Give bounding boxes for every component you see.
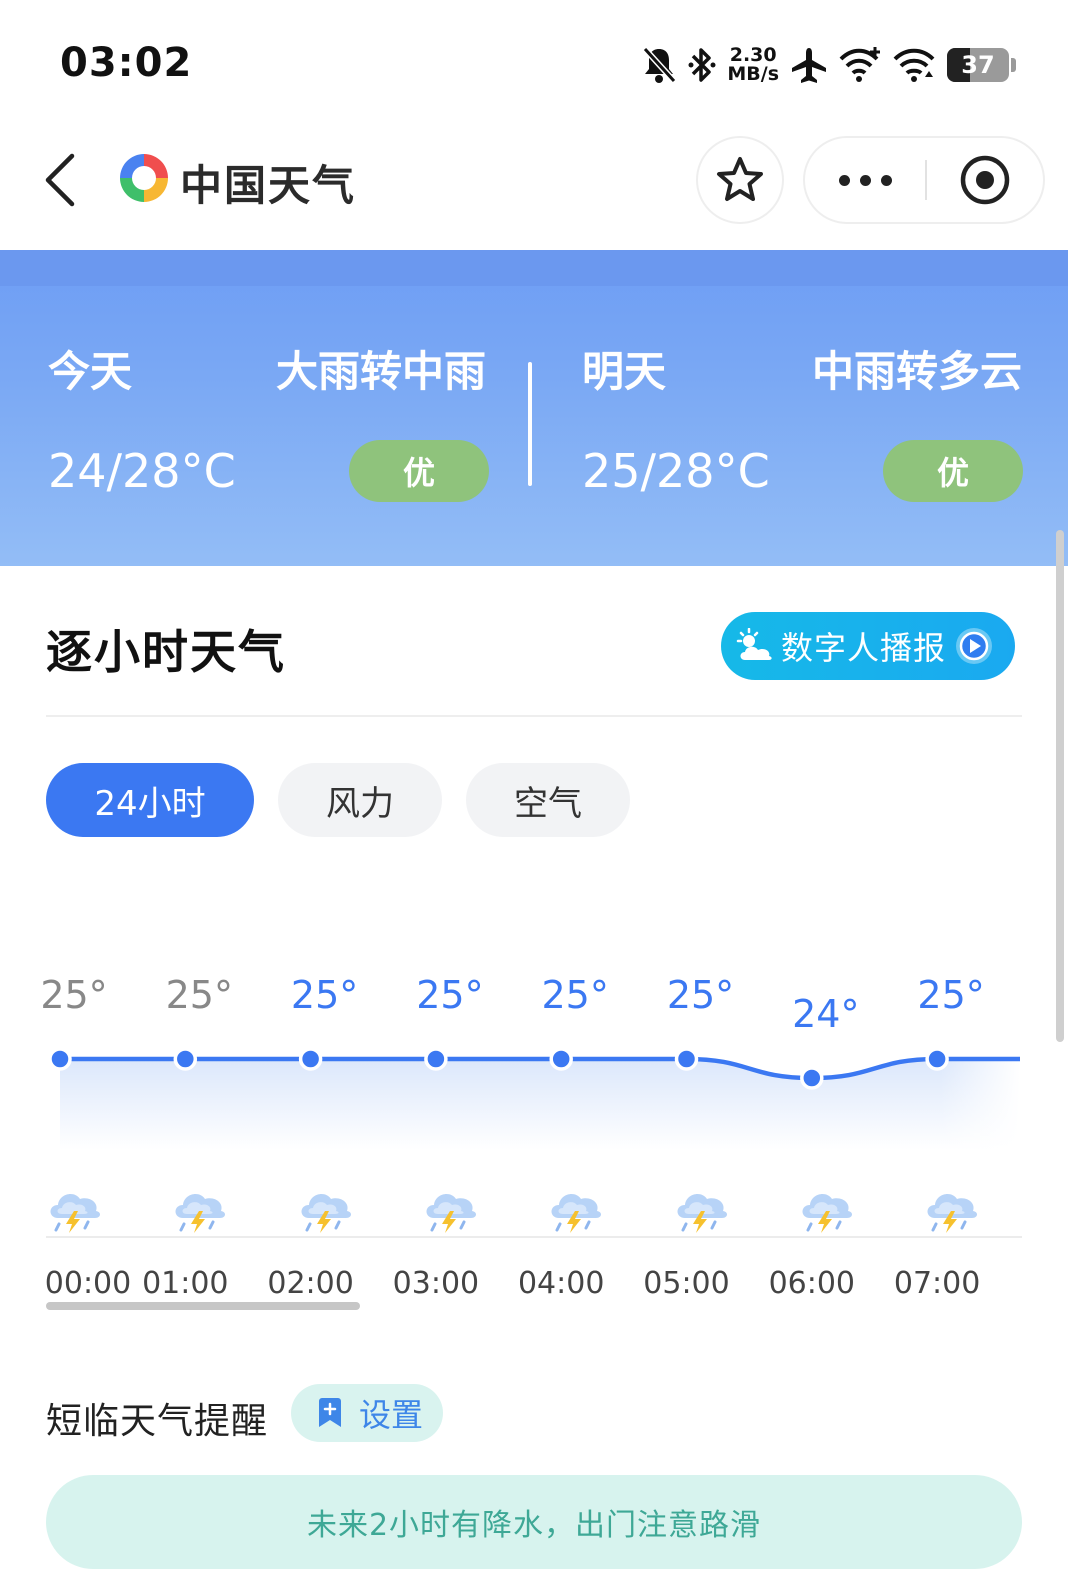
today-label: 今天 [48, 347, 133, 396]
temperature-point [173, 1047, 198, 1071]
hour-time-label: 02:00 [267, 1266, 354, 1301]
hour-temp-label: 24° [792, 992, 860, 1036]
mini-program-capsule [803, 136, 1045, 224]
tomorrow-card[interactable]: 明天 中雨转多云 25/28°C 优 [532, 286, 1068, 566]
battery-cap [1011, 58, 1016, 72]
favorite-button[interactable] [696, 136, 784, 224]
thunder-shower-icon [169, 1178, 229, 1234]
hourly-chart[interactable]: 25° 00:00 25° 01:00 25° 02:00 25° 03:00 25° 04:00… [0, 900, 1080, 1320]
back-icon [45, 153, 75, 207]
thunder-shower-icon [44, 1178, 104, 1234]
back-button[interactable] [32, 146, 88, 214]
nav-bar: 中国天气 [0, 120, 1080, 250]
hour-time-label: 01:00 [142, 1266, 229, 1301]
chart-fade [940, 900, 1020, 1160]
star-icon [717, 157, 763, 201]
hourly-tabs: 24小时 风力 空气 [46, 763, 630, 837]
thunder-shower-icon [545, 1178, 605, 1234]
thunder-shower-icon [295, 1178, 355, 1234]
thunder-shower-icon [671, 1178, 731, 1234]
tomorrow-condition: 中雨转多云 [811, 347, 1022, 396]
net-speed: 2.30 MB/s [727, 46, 779, 84]
nowcast-settings-button[interactable]: 设置 [291, 1384, 443, 1442]
more-button[interactable] [805, 138, 925, 222]
temperature-area [60, 1059, 1020, 1150]
sun-cloud-icon [736, 628, 772, 660]
thunder-shower-icon [796, 1178, 856, 1234]
wifi-icon [893, 48, 935, 82]
play-icon [956, 628, 993, 664]
nowcast-alert[interactable]: 未来2小时有降水，出门注意路滑 [46, 1475, 1022, 1569]
bookmark-plus-icon [319, 1398, 341, 1427]
hour-temp-label: 25° [40, 973, 108, 1017]
more-icon [838, 174, 850, 186]
digital-broadcast-button[interactable]: 数字人播报 [721, 612, 1015, 680]
bell-off-icon [643, 46, 677, 84]
record-icon [960, 155, 1010, 205]
hour-temp-label: 25° [541, 973, 609, 1017]
tomorrow-label: 明天 [582, 347, 667, 396]
today-aqi-badge: 优 [349, 440, 489, 502]
tomorrow-aqi-badge: 优 [883, 440, 1023, 502]
page-scrollbar[interactable] [1056, 530, 1064, 1042]
status-time: 03:02 [60, 40, 193, 86]
today-temp: 24/28°C [48, 444, 236, 498]
thunder-shower-icon [921, 1178, 981, 1234]
hour-temp-label: 25° [666, 973, 735, 1017]
today-card[interactable]: 今天 大雨转中雨 24/28°C 优 [0, 286, 528, 566]
close-program-button[interactable] [927, 138, 1043, 222]
hour-time-label: 00:00 [44, 1266, 132, 1301]
hour-time-label: 06:00 [768, 1266, 856, 1301]
wifi-plus-icon [839, 47, 880, 82]
status-icons: 2.30 MB/s 37 [641, 38, 1016, 92]
temperature-point [549, 1047, 573, 1071]
hourly-title: 逐小时天气 [46, 625, 286, 679]
settings-label: 设置 [359, 1396, 424, 1434]
app-title: 中国天气 [180, 161, 357, 210]
section-divider [46, 715, 1022, 717]
hour-time-label: 07:00 [893, 1266, 981, 1301]
hour-temp-label: 25° [917, 973, 985, 1017]
summary-top-band [0, 250, 1068, 286]
hour-temp-label: 25° [416, 973, 484, 1017]
tab-24-hours[interactable]: 24小时 [46, 763, 254, 837]
airplane-icon [792, 48, 826, 83]
status-bar: 03:02 2.30 MB/s 37 [0, 0, 1080, 120]
today-condition: 大雨转中雨 [275, 347, 486, 396]
temperature-curve [46, 900, 1022, 1238]
logo-icon [120, 154, 168, 202]
hour-time-label: 05:00 [643, 1266, 730, 1301]
nowcast-title: 短临天气提醒 [46, 1401, 269, 1442]
thunder-shower-icon [420, 1178, 480, 1234]
temperature-point [298, 1047, 323, 1071]
tomorrow-temp: 25/28°C [582, 444, 770, 498]
temperature-point [800, 1066, 824, 1090]
hourly-scroll-indicator[interactable] [46, 1302, 360, 1310]
temperature-point [674, 1047, 699, 1071]
broadcast-label: 数字人播报 [781, 629, 947, 667]
forecast-summary: 今天 大雨转中雨 24/28°C 优 明天 中雨转多云 25/28°C 优 [0, 250, 1068, 566]
nowcast-message: 未来2小时有降水，出门注意路滑 [306, 1508, 762, 1543]
net-speed-unit: MB/s [727, 63, 779, 85]
hour-temp-label: 25° [290, 973, 359, 1017]
hour-temp-label: 25° [165, 973, 233, 1017]
temperature-point [925, 1047, 949, 1071]
hour-time-label: 03:00 [392, 1266, 480, 1301]
battery-icon: 37 [947, 48, 1009, 82]
temperature-point [48, 1047, 72, 1071]
tab-air[interactable]: 空气 [466, 763, 630, 837]
hour-time-label: 04:00 [517, 1266, 605, 1301]
temperature-point [424, 1047, 448, 1071]
battery-percent: 37 [961, 51, 995, 79]
tab-wind[interactable]: 风力 [278, 763, 442, 837]
bluetooth-icon [688, 48, 716, 82]
